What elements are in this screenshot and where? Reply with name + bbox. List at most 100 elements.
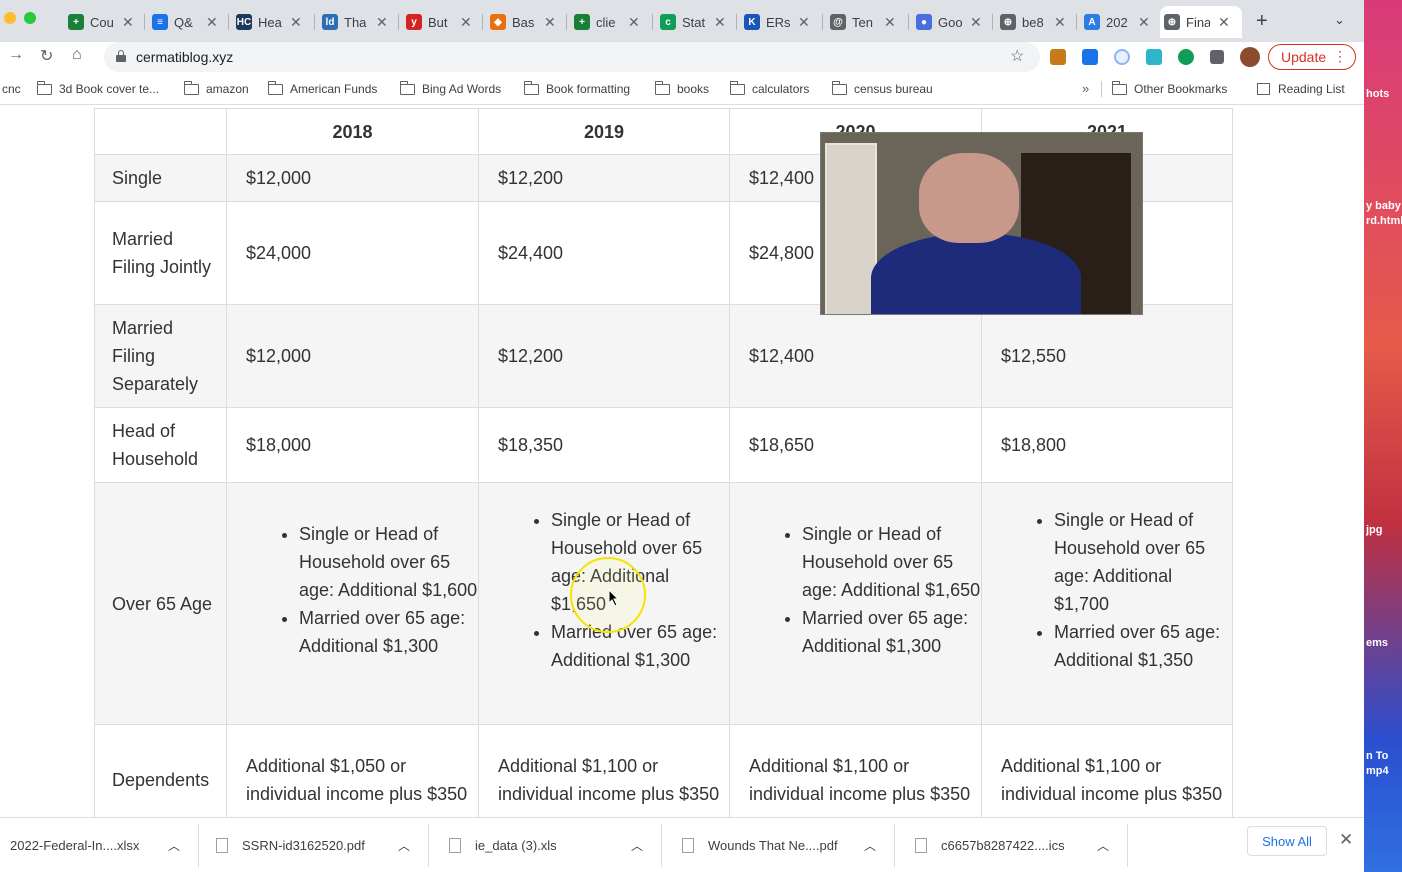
update-button[interactable]: Update ⋮ xyxy=(1268,44,1356,70)
bookmark-item[interactable]: books xyxy=(654,80,709,96)
close-tab-icon[interactable]: ✕ xyxy=(290,14,302,31)
zoom-window-button[interactable] xyxy=(24,12,36,24)
row-label: Married Filing Jointly xyxy=(94,201,227,305)
download-options-chevron-icon[interactable]: ︿ xyxy=(864,818,876,872)
home-icon[interactable]: ⌂ xyxy=(72,46,82,64)
globe-icon: ⊕ xyxy=(1000,14,1016,30)
tab[interactable]: ⊕ Fina ✕ xyxy=(1160,6,1242,38)
bookmark-item[interactable]: 3d Book cover te... xyxy=(36,80,159,96)
table-row: Over 65 Age Single or Head of Household … xyxy=(94,482,1233,725)
tab[interactable]: y But ✕ xyxy=(402,6,482,38)
extension-green-icon[interactable] xyxy=(1178,49,1194,65)
tab[interactable]: ⊕ be8 ✕ xyxy=(996,6,1076,38)
bookmark-item[interactable]: Book formatting xyxy=(523,80,631,96)
desktop-file-label[interactable]: ems xyxy=(1366,637,1388,649)
download-options-chevron-icon[interactable]: ︿ xyxy=(1097,818,1109,872)
close-tab-icon[interactable]: ✕ xyxy=(628,14,640,31)
download-item[interactable]: c6657b8287422....ics xyxy=(915,818,1065,872)
close-tab-icon[interactable]: ✕ xyxy=(1138,14,1150,31)
desktop-file-label[interactable]: jpg xyxy=(1366,524,1383,536)
reading-list-button[interactable]: Reading List xyxy=(1257,82,1345,96)
minimize-window-button[interactable] xyxy=(4,12,16,24)
tab[interactable]: @ Ten ✕ xyxy=(826,6,906,38)
extension-cloud-icon[interactable] xyxy=(1146,49,1162,65)
more-bookmarks-chevron-icon[interactable]: » xyxy=(1082,81,1089,96)
c-icon: c xyxy=(660,14,676,30)
download-item[interactable]: 2022-Federal-In....xlsx xyxy=(10,818,139,872)
download-options-chevron-icon[interactable]: ︿ xyxy=(398,818,410,872)
download-item[interactable]: SSRN-id3162520.pdf xyxy=(216,818,365,872)
download-options-chevron-icon[interactable]: ︿ xyxy=(631,818,643,872)
list-item: Married over 65 age: Additional $1,300 xyxy=(802,604,981,660)
bookmark-item[interactable]: calculators xyxy=(729,80,810,96)
bookmark-item[interactable]: Bing Ad Words xyxy=(399,80,502,96)
reload-icon[interactable]: ↻ xyxy=(40,46,53,66)
tab[interactable]: A 202 ✕ xyxy=(1080,6,1160,38)
tab[interactable]: ● Goo ✕ xyxy=(912,6,992,38)
tab[interactable]: HC Hea ✕ xyxy=(232,6,312,38)
page-content[interactable]: 2018 2019 2020 2021 Single $12,000 $12,2… xyxy=(0,105,1364,817)
close-tab-icon[interactable]: ✕ xyxy=(1218,14,1230,31)
desktop-file-label[interactable]: rd.html xyxy=(1366,215,1402,227)
desktop-file-label[interactable]: hots xyxy=(1366,88,1389,100)
extension-blue-icon[interactable] xyxy=(1082,49,1098,65)
close-tab-icon[interactable]: ✕ xyxy=(460,14,472,31)
extensions-puzzle-icon[interactable] xyxy=(1210,50,1224,64)
forward-arrow-icon[interactable]: → xyxy=(8,46,24,64)
bookmark-item[interactable]: amazon xyxy=(183,80,249,96)
bookmark-label: calculators xyxy=(752,82,810,96)
row-label: Head of Household xyxy=(94,407,227,483)
more-menu-icon[interactable]: ⋮ xyxy=(1333,48,1347,65)
tab[interactable]: K ERs ✕ xyxy=(740,6,820,38)
download-options-chevron-icon[interactable]: ︿ xyxy=(168,818,180,872)
tab[interactable]: + clie ✕ xyxy=(570,6,650,38)
profile-avatar[interactable] xyxy=(1240,47,1260,67)
search-circle-icon: @ xyxy=(830,14,846,30)
extension-circle-icon[interactable] xyxy=(1114,49,1130,65)
bookmark-label: Bing Ad Words xyxy=(422,82,502,96)
table-cell: $12,550 xyxy=(981,304,1233,408)
close-tab-icon[interactable]: ✕ xyxy=(206,14,218,31)
tab[interactable]: ◆ Bas ✕ xyxy=(486,6,566,38)
close-tab-icon[interactable]: ✕ xyxy=(376,14,388,31)
close-tab-icon[interactable]: ✕ xyxy=(970,14,982,31)
close-tab-icon[interactable]: ✕ xyxy=(122,14,134,31)
tab[interactable]: ≡ Q& ✕ xyxy=(148,6,228,38)
desktop-file-label[interactable]: mp4 xyxy=(1366,765,1389,777)
list-item: Single or Head of Household over 65 age:… xyxy=(1054,506,1232,618)
desktop-file-label[interactable]: n To xyxy=(1366,750,1388,762)
new-tab-plus-icon[interactable]: + xyxy=(1256,10,1268,33)
tab-title: Cou xyxy=(90,14,114,30)
extension-orange-icon[interactable] xyxy=(1050,49,1066,65)
address-bar[interactable]: cermatiblog.xyz ☆ xyxy=(104,42,1040,72)
show-all-downloads-button[interactable]: Show All xyxy=(1247,826,1327,856)
bookmark-label: Book formatting xyxy=(546,82,631,96)
tab-title: Bas xyxy=(512,14,535,30)
bookmark-item[interactable]: cnc xyxy=(2,82,21,96)
tab-divider xyxy=(822,14,823,30)
tab[interactable]: ld Tha ✕ xyxy=(318,6,398,38)
tab[interactable]: + Cou ✕ xyxy=(64,6,144,38)
close-tab-icon[interactable]: ✕ xyxy=(1054,14,1066,31)
desktop-file-label[interactable]: y baby xyxy=(1366,200,1401,212)
tab[interactable]: c Stat ✕ xyxy=(656,6,736,38)
tab-search-chevron-icon[interactable]: ⌄ xyxy=(1334,12,1345,28)
bookmark-item[interactable]: census bureau xyxy=(831,80,933,96)
download-item[interactable]: Wounds That Ne....pdf xyxy=(682,818,838,872)
close-tab-icon[interactable]: ✕ xyxy=(884,14,896,31)
bookmark-star-icon[interactable]: ☆ xyxy=(1010,46,1024,66)
close-tab-icon[interactable]: ✕ xyxy=(544,14,556,31)
list-item: Single or Head of Household over 65 age:… xyxy=(299,520,478,604)
other-bookmarks-folder[interactable]: Other Bookmarks xyxy=(1111,80,1227,96)
close-downloads-icon[interactable]: ✕ xyxy=(1339,830,1353,850)
close-tab-icon[interactable]: ✕ xyxy=(798,14,810,31)
download-item[interactable]: ie_data (3).xls xyxy=(449,818,557,872)
webcam-overlay[interactable] xyxy=(820,132,1143,315)
tab-divider xyxy=(314,14,315,30)
lock-icon[interactable] xyxy=(116,50,126,62)
list-item: Married over 65 age: Additional $1,350 xyxy=(1054,618,1232,674)
tab-title: Q& xyxy=(174,14,193,30)
bookmark-item[interactable]: American Funds xyxy=(267,80,377,96)
close-tab-icon[interactable]: ✕ xyxy=(714,14,726,31)
globe-icon: ⊕ xyxy=(1164,14,1180,30)
